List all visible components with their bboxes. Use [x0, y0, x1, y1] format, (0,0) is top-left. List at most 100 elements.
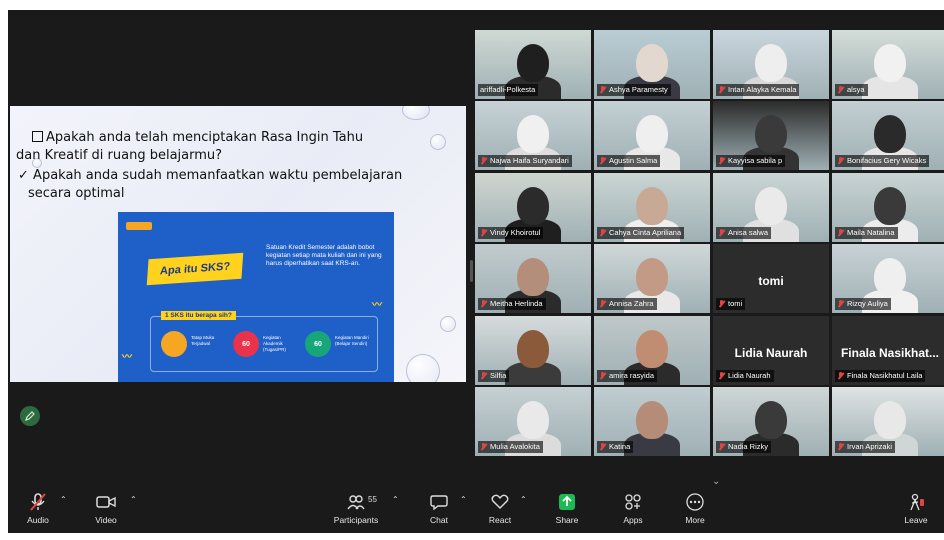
mic-muted-icon: [718, 300, 725, 308]
react-button[interactable]: React: [484, 491, 516, 525]
participant-head: [874, 401, 906, 439]
share-label: Share: [555, 515, 579, 525]
sks-item-circle: 60: [233, 331, 259, 357]
react-label: React: [488, 515, 512, 525]
apps-icon: [618, 491, 648, 513]
participant-tile[interactable]: Kayyisa sabila p: [713, 101, 829, 171]
mic-muted-icon: [20, 491, 56, 513]
video-button[interactable]: Video: [88, 491, 124, 525]
participant-name: Rizqy Auliya: [847, 299, 888, 309]
chat-options-chevron-icon[interactable]: ⌃: [460, 495, 467, 504]
leave-label: Leave: [904, 515, 928, 525]
participant-tile[interactable]: Irvan Aprizaki: [832, 387, 944, 456]
participant-head: [636, 44, 668, 82]
video-options-chevron-icon[interactable]: ⌃: [130, 495, 137, 504]
slide-question-1-cont: dan Kreatif di ruang belajarmu?: [16, 148, 223, 163]
participant-name-tag: tomi: [716, 298, 746, 311]
mic-muted-icon: [480, 157, 487, 165]
participant-name: Ashya Paramesty: [609, 85, 668, 94]
mic-muted-icon: [480, 371, 487, 380]
participant-tile[interactable]: ariffadli-Polkesta: [475, 30, 591, 99]
participant-tile[interactable]: Nadia Rizky: [713, 387, 829, 456]
share-button[interactable]: Share: [552, 491, 582, 525]
chat-button[interactable]: Chat: [424, 491, 454, 525]
sks-panel: 1 SKS itu berapa sih? Tatap Muka Terjadw…: [150, 311, 378, 372]
participant-tile[interactable]: Rizqy Auliya: [832, 244, 944, 314]
wave-decoration: 〰: [372, 300, 382, 311]
mic-muted-icon: [599, 300, 606, 308]
audio-options-chevron-icon[interactable]: ⌃: [60, 495, 67, 504]
participant-name: Annisa Zahra: [609, 299, 654, 309]
participant-tile[interactable]: Finala Nasikhat... Finala Nasikhatul Lail…: [832, 315, 944, 385]
split-view-handle[interactable]: [470, 260, 473, 282]
participant-tile[interactable]: amira rasyida: [594, 315, 710, 385]
participant-name-tag: Irvan Aprizaki: [835, 441, 896, 453]
react-options-chevron-icon[interactable]: ⌃: [520, 495, 527, 504]
video-label: Video: [95, 515, 117, 525]
participant-name: Bonifacius Gery Wicaks: [847, 156, 927, 166]
participant-tile[interactable]: Silfia: [475, 315, 591, 385]
mic-muted-icon: [599, 228, 606, 237]
participant-head: [517, 401, 549, 439]
participant-head: [874, 44, 906, 82]
mic-muted-icon: [837, 86, 844, 94]
participant-tile[interactable]: Cahya Cinta Apriliana: [594, 172, 710, 242]
participant-name-tag: ariffadli-Polkesta: [478, 84, 539, 96]
participant-name-tag: Rizqy Auliya: [835, 298, 891, 311]
mic-muted-icon: [718, 157, 725, 165]
participant-name-tag: Cahya Cinta Apriliana: [597, 226, 685, 239]
participant-tile[interactable]: Ashya Paramesty: [594, 30, 710, 99]
participants-options-chevron-icon[interactable]: ⌃: [392, 495, 399, 504]
participant-head: [517, 258, 549, 297]
participant-tile[interactable]: Intan Alayka Kemala: [713, 30, 829, 99]
more-button[interactable]: More: [680, 491, 710, 525]
mic-muted-icon: [718, 86, 725, 94]
slide-question-1: Apakah anda telah menciptakan Rasa Ingin…: [32, 130, 363, 145]
more-label: More: [685, 515, 705, 525]
participant-name: Intan Alayka Kemala: [728, 85, 797, 94]
sks-infographic: Apa itu SKS? Satuan Kredit Semester adal…: [118, 212, 394, 382]
participant-tile[interactable]: Agustin Salma: [594, 101, 710, 171]
mic-muted-icon: [837, 157, 844, 165]
participant-name-tag: Lidia Naurah: [716, 369, 774, 382]
participant-head: [636, 401, 668, 439]
participant-name-tag: Bonifacius Gery Wicaks: [835, 155, 930, 168]
participant-tile[interactable]: Mulia Avalokita: [475, 387, 591, 456]
participant-tile[interactable]: Annisa Zahra: [594, 244, 710, 314]
shared-screen[interactable]: Apakah anda telah menciptakan Rasa Ingin…: [10, 106, 466, 382]
participant-head: [874, 115, 906, 154]
apps-button[interactable]: Apps: [618, 491, 648, 525]
participant-tile[interactable]: Lidia Naurah Lidia Naurah: [713, 315, 829, 385]
audio-button[interactable]: Audio: [20, 491, 56, 525]
slide-question-2: ✓ Apakah anda sudah memanfaatkan waktu p…: [18, 168, 403, 183]
mic-muted-icon: [837, 300, 844, 308]
participant-name: Anisa salwa: [728, 227, 769, 237]
participant-tile[interactable]: Bonifacius Gery Wicaks: [832, 101, 944, 171]
meeting-toolbar: Audio ⌃ Video ⌃ Participants 55 ⌃ Chat ⌃: [8, 485, 944, 533]
participant-tile[interactable]: Vindy Khoirotul: [475, 172, 591, 242]
bubble-decoration: [402, 106, 430, 120]
participant-tile[interactable]: alsya: [832, 30, 944, 99]
annotate-pen-icon[interactable]: [20, 406, 40, 426]
zoom-window: Apakah anda telah menciptakan Rasa Ingin…: [0, 0, 944, 540]
participant-name: Kayyisa sabila p: [728, 156, 783, 166]
participant-display-name: tomi: [758, 274, 784, 289]
participant-tile[interactable]: Anisa salwa: [713, 172, 829, 242]
participant-head: [517, 44, 549, 82]
participant-name-tag: Kayyisa sabila p: [716, 155, 786, 168]
participant-tile[interactable]: tomi tomi: [713, 244, 829, 314]
sks-item-desc: Kegiatan Mandiri (Belajar Sendiri): [335, 335, 369, 346]
wave-decoration: 〰: [122, 352, 132, 363]
participants-button[interactable]: Participants: [326, 491, 386, 525]
participant-tile[interactable]: Katina: [594, 387, 710, 456]
participant-tile[interactable]: Meitha Herlinda: [475, 244, 591, 314]
participant-name: amira rasyida: [609, 370, 655, 380]
participant-name-tag: Katina: [597, 441, 634, 453]
participant-tile[interactable]: Najwa Haifa Suryandari: [475, 101, 591, 171]
participant-name-tag: amira rasyida: [597, 369, 658, 382]
logo-icon: [126, 222, 152, 230]
leave-button[interactable]: Leave: [900, 491, 932, 525]
participant-tile[interactable]: Maila Natalina: [832, 172, 944, 242]
chat-label: Chat: [430, 515, 448, 525]
participant-name-tag: Finala Nasikhatul Laila: [835, 369, 926, 382]
